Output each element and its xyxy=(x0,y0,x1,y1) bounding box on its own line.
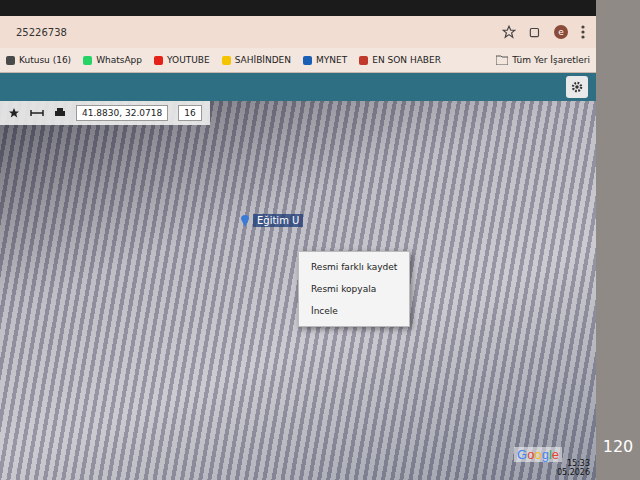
browser-actions: e xyxy=(502,24,586,40)
satellite-map[interactable]: 41.8830, 32.0718 16 Eğitim U Resmi farkl… xyxy=(0,101,596,480)
pin-icon xyxy=(240,213,250,227)
bookmark[interactable]: MYNET xyxy=(303,55,347,65)
address-bar-row: 25226738 e xyxy=(0,16,596,48)
bookmark-icon xyxy=(222,56,231,65)
context-menu-item[interactable]: Resmi farklı kaydet xyxy=(299,256,409,278)
bookmark[interactable]: EN SON HABER xyxy=(359,55,441,65)
bookmark[interactable]: SAHİBİNDEN xyxy=(222,55,291,65)
bookmark[interactable]: Kutusu (16) xyxy=(6,55,71,65)
context-menu: Resmi farklı kaydetResmi kopyalaİncele xyxy=(298,251,410,327)
zoom-field[interactable]: 16 xyxy=(178,105,201,121)
laptop-screen: 25226738 e Kutusu (16) WhatsApp YOUTUBE … xyxy=(0,0,596,480)
taskbar-clock: 15:3305.2026 xyxy=(557,460,590,478)
bookmark[interactable]: YOUTUBE xyxy=(154,55,210,65)
folder-icon xyxy=(496,55,508,65)
star-icon[interactable] xyxy=(502,25,516,39)
print-icon[interactable] xyxy=(54,107,66,119)
bezel xyxy=(0,0,596,16)
menu-icon[interactable] xyxy=(580,24,586,40)
bookmarks-bar: Kutusu (16) WhatsApp YOUTUBE SAHİBİNDEN … xyxy=(0,48,596,73)
gear-icon xyxy=(570,80,584,94)
google-logo: Google xyxy=(514,447,562,462)
bookmark-icon xyxy=(6,56,15,65)
bookmark-icon xyxy=(359,56,368,65)
profile-avatar[interactable]: e xyxy=(554,25,568,39)
address-bar[interactable]: 25226738 xyxy=(10,24,73,41)
map-toolbar: 41.8830, 32.0718 16 xyxy=(0,101,210,125)
wall-label: 120 xyxy=(603,437,634,456)
settings-button[interactable] xyxy=(566,76,588,98)
wall: 120 xyxy=(596,0,640,480)
bookmark-icon xyxy=(83,56,92,65)
bookmark[interactable]: WhatsApp xyxy=(83,55,142,65)
bookmark-icon xyxy=(303,56,312,65)
map-marker[interactable]: Eğitim U xyxy=(240,213,303,227)
context-menu-item[interactable]: Resmi kopyala xyxy=(299,278,409,300)
all-bookmarks[interactable]: Tüm Yer İşaretleri xyxy=(496,55,590,65)
coordinates-field[interactable]: 41.8830, 32.0718 xyxy=(76,105,168,121)
page-header-strip xyxy=(0,73,596,101)
bookmark-icon xyxy=(154,56,163,65)
extension-icon[interactable] xyxy=(528,25,542,39)
measure-icon[interactable] xyxy=(30,107,44,119)
photo-scene: 25226738 e Kutusu (16) WhatsApp YOUTUBE … xyxy=(0,0,640,480)
star-icon[interactable] xyxy=(8,107,20,119)
context-menu-item[interactable]: İncele xyxy=(299,300,409,322)
